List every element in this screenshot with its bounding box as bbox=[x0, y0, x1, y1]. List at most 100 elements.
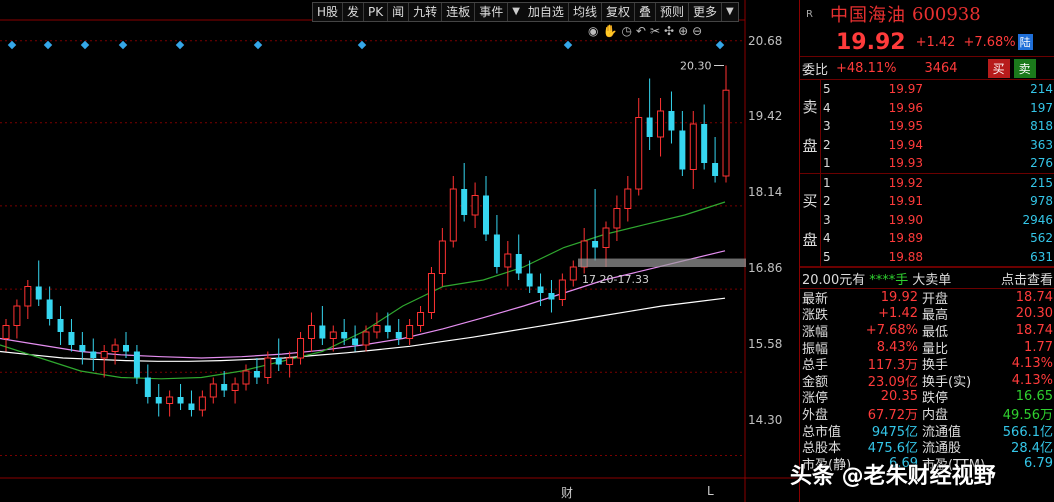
candle-body bbox=[712, 163, 719, 176]
candle-body bbox=[613, 208, 621, 229]
candle-body bbox=[537, 286, 544, 293]
ask-row[interactable]: 5 19.97 214 bbox=[821, 80, 1054, 99]
bid-level: 2 bbox=[823, 194, 831, 209]
bid-level: 3 bbox=[823, 212, 831, 227]
toolbar-news-button[interactable]: 闻 bbox=[388, 3, 410, 21]
ask-price: 19.93 bbox=[888, 156, 923, 171]
bid-price: 19.90 bbox=[888, 212, 923, 227]
zoom-out-icon[interactable]: ⊖ bbox=[692, 24, 702, 38]
stat-value: +1.42 bbox=[878, 306, 918, 322]
undo-icon[interactable]: ↶ bbox=[636, 24, 646, 38]
stat-row: 振幅 8.43% 量比 1.77 bbox=[800, 339, 1054, 357]
stock-name: 中国海油 bbox=[830, 5, 906, 26]
click-view-link[interactable]: 点击查看 bbox=[1001, 269, 1054, 288]
ask-row[interactable]: 1 19.93 276 bbox=[821, 154, 1054, 173]
event-dropdown-icon[interactable]: ▼ bbox=[508, 3, 524, 21]
ask-row[interactable]: 2 19.94 363 bbox=[821, 136, 1054, 155]
bid-row[interactable]: 4 19.89 562 bbox=[821, 229, 1054, 248]
candle-body bbox=[35, 286, 42, 300]
hand-icon[interactable]: ✋ bbox=[602, 24, 617, 38]
candle-body bbox=[701, 124, 708, 163]
chart-toolbar: H股 发 PK 闻 九转 连板 事件 ▼ 加自选 均线 复权 叠 预则 更多 ▼ bbox=[312, 2, 739, 22]
candle-body bbox=[395, 332, 402, 339]
candle-body bbox=[449, 188, 457, 242]
toolbar-more-button[interactable]: 更多 bbox=[689, 3, 723, 21]
bid-row[interactable]: 1 19.92 215 bbox=[821, 174, 1054, 193]
ask-row[interactable]: 3 19.95 818 bbox=[821, 117, 1054, 136]
ask-volume: 276 bbox=[1030, 156, 1053, 171]
ask-volume: 363 bbox=[1030, 137, 1053, 152]
sell-button[interactable]: 卖 bbox=[1013, 58, 1036, 78]
candle-body bbox=[57, 319, 64, 332]
y-tick-label: 15.58 bbox=[748, 337, 783, 351]
scissors-icon[interactable]: ✂ bbox=[650, 24, 660, 38]
candle-body bbox=[123, 345, 129, 352]
toolbar-fa-button[interactable]: 发 bbox=[343, 3, 365, 21]
stat-value: 18.74 bbox=[1015, 289, 1053, 305]
candle-body bbox=[79, 345, 86, 352]
chart-tool-icons: ◉ ✋ ◷ ↶ ✂ ✣ ⊕ ⊖ bbox=[588, 24, 702, 38]
candle-body bbox=[286, 357, 294, 365]
stat-value: 19.92 bbox=[880, 289, 918, 305]
bid-row[interactable]: 2 19.91 978 bbox=[821, 192, 1054, 211]
more-dropdown-icon[interactable]: ▼ bbox=[722, 3, 738, 21]
stat-row: 金额 23.09亿 换手(实) 4.13% bbox=[800, 372, 1054, 390]
toolbar-forecast-button[interactable]: 预则 bbox=[656, 3, 689, 21]
stats-table: 最新 19.92 开盘 18.74 涨跌 +1.42 最高 20.30 涨幅 +7.68% 最低 18… bbox=[800, 289, 1054, 473]
weibi-value: +48.11% bbox=[836, 60, 897, 76]
candle-body bbox=[144, 377, 151, 397]
toolbar-event-button[interactable]: 事件 bbox=[475, 3, 509, 21]
candle-body bbox=[198, 396, 206, 411]
candle-body bbox=[100, 351, 108, 359]
stat-value: 20.30 bbox=[1015, 306, 1053, 322]
ask-volume: 214 bbox=[1030, 82, 1053, 97]
candle-body bbox=[24, 286, 32, 307]
candle-body bbox=[341, 332, 348, 339]
ask-row[interactable]: 4 19.96 197 bbox=[821, 99, 1054, 118]
y-tick-label: 14.30 bbox=[748, 413, 783, 427]
y-tick-label: 20.68 bbox=[748, 34, 783, 48]
toolbar-adjust-button[interactable]: 复权 bbox=[602, 3, 635, 21]
event-marker-icon bbox=[253, 40, 263, 50]
kline-chart[interactable]: 17.20-17.33 20.30 H股 发 PK 闻 九转 连板 事件 ▼ 加自… bbox=[0, 0, 798, 502]
crosshair-icon[interactable]: ✣ bbox=[664, 24, 674, 38]
candle-body bbox=[275, 358, 282, 365]
watermark: 头条 @老朱财经视野 bbox=[790, 464, 996, 489]
stat-row: 最新 19.92 开盘 18.74 bbox=[800, 289, 1054, 307]
candle-body bbox=[253, 371, 260, 378]
toolbar-overlay-button[interactable]: 叠 bbox=[635, 3, 656, 21]
event-marker-icon bbox=[80, 40, 90, 50]
stat-value: 6.79 bbox=[1024, 455, 1053, 471]
stat-row: 涨幅 +7.68% 最低 18.74 bbox=[800, 322, 1054, 340]
toolbar-hk-button[interactable]: H股 bbox=[313, 3, 344, 21]
toolbar-add-watchlist-button[interactable]: 加自选 bbox=[524, 3, 569, 21]
toolbar-lianban-button[interactable]: 连板 bbox=[442, 3, 476, 21]
bid-price: 19.92 bbox=[888, 175, 923, 190]
period-icon[interactable]: ◷ bbox=[621, 24, 631, 38]
toolbar-jiuzhuan-button[interactable]: 九转 bbox=[409, 3, 443, 21]
event-marker-icon bbox=[357, 40, 367, 50]
weicha-value: 3464 bbox=[924, 60, 958, 76]
candle-body bbox=[657, 110, 665, 138]
toolbar-ma-button[interactable]: 均线 bbox=[569, 3, 602, 21]
candle-body bbox=[329, 331, 337, 339]
stat-value: 4.13% bbox=[1011, 356, 1053, 372]
stat-value: 16.65 bbox=[1015, 389, 1053, 405]
zoom-in-icon[interactable]: ⊕ bbox=[678, 24, 688, 38]
candle-body bbox=[362, 331, 370, 346]
bid-volume: 978 bbox=[1030, 194, 1053, 209]
price-row: 19.92 +1.42 +7.68% 陆 bbox=[800, 28, 1054, 57]
buy-button[interactable]: 买 bbox=[987, 58, 1010, 78]
finance-marker[interactable]: 财 bbox=[561, 484, 573, 501]
eye-icon[interactable]: ◉ bbox=[588, 24, 598, 38]
y-tick-label: 16.86 bbox=[748, 261, 783, 275]
candle-body bbox=[602, 227, 610, 248]
candle-body bbox=[569, 266, 577, 281]
toolbar-pk-button[interactable]: PK bbox=[364, 3, 389, 21]
candle-body bbox=[689, 123, 697, 170]
bid-row[interactable]: 3 19.90 2946 bbox=[821, 211, 1054, 230]
candle-body bbox=[384, 325, 391, 332]
latest-marker[interactable]: L bbox=[707, 484, 714, 498]
candle-body bbox=[635, 117, 643, 190]
bid-row[interactable]: 5 19.88 631 bbox=[821, 248, 1054, 267]
